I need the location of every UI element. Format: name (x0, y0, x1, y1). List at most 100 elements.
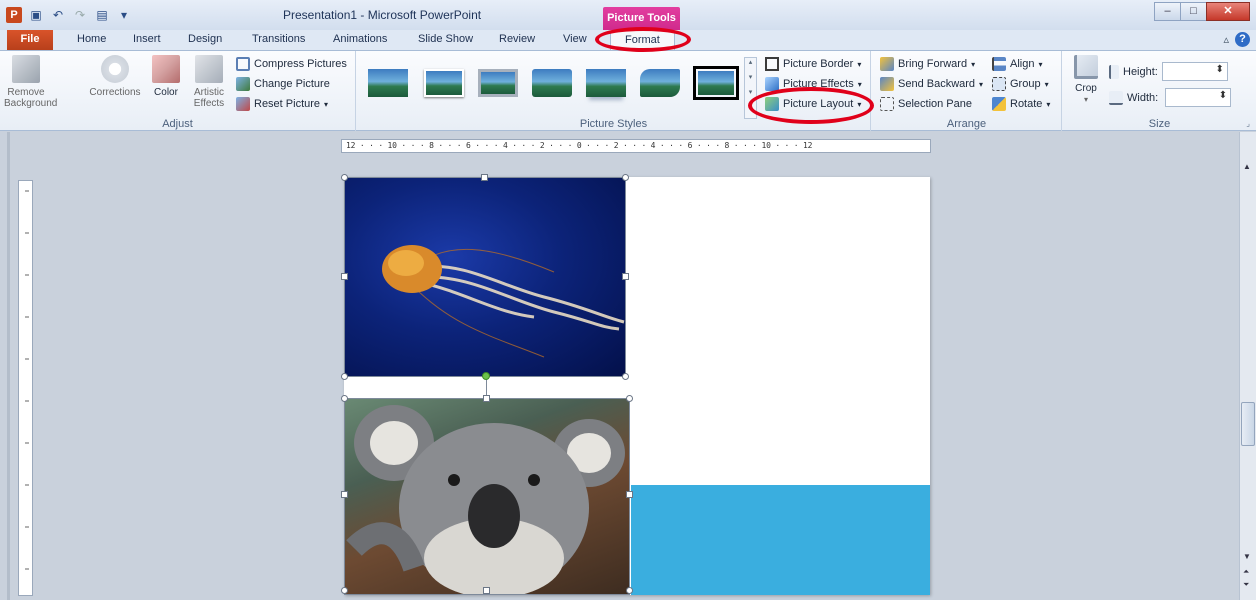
rotate-dropdown-icon[interactable]: ▾ (1046, 100, 1050, 109)
height-input[interactable]: ⬍ (1161, 62, 1228, 81)
reset-picture-button[interactable]: Reset Picture ▾ (236, 97, 328, 111)
tab-transitions[interactable]: Transitions (252, 33, 305, 45)
size-dialog-launcher-icon[interactable]: ⌟ (1246, 119, 1250, 128)
resize-handle[interactable] (341, 174, 348, 181)
change-picture-button[interactable]: Change Picture (236, 77, 330, 91)
picture-border-button[interactable]: Picture Border ▾ (765, 57, 861, 71)
tab-home[interactable]: Home (77, 33, 106, 45)
picture-style-thumb[interactable] (529, 66, 575, 100)
resize-handle[interactable] (483, 395, 490, 402)
previous-slide-icon[interactable]: ⏶ (1243, 567, 1249, 577)
rotate-icon (992, 97, 1006, 111)
pane-splitter[interactable] (7, 132, 10, 600)
resize-handle[interactable] (483, 587, 490, 594)
tab-review[interactable]: Review (499, 33, 535, 45)
redo-icon[interactable]: ↷ (72, 7, 88, 23)
annotation-circle-picture-layout (748, 87, 874, 124)
picture-style-thumb-selected[interactable] (693, 66, 739, 100)
resize-handle[interactable] (341, 373, 348, 380)
compress-pictures-button[interactable]: Compress Pictures (236, 57, 347, 71)
resize-handle[interactable] (626, 491, 633, 498)
resize-handle[interactable] (622, 273, 629, 280)
customize-icon[interactable]: ▾ (116, 7, 132, 23)
align-button[interactable]: Align ▾ (992, 57, 1042, 71)
help-icon[interactable]: ? (1235, 32, 1250, 47)
picture-effects-dropdown-icon[interactable]: ▾ (858, 80, 862, 89)
crop-icon (1074, 55, 1098, 79)
tab-slide-show[interactable]: Slide Show (418, 33, 473, 45)
resize-handle[interactable] (626, 587, 633, 594)
bring-forward-button[interactable]: Bring Forward ▾ (880, 57, 975, 71)
ribbon-right-controls: ▵ ? (1223, 32, 1250, 47)
corrections-icon (101, 55, 129, 83)
artistic-effects-label: Artistic Effects (193, 87, 225, 109)
align-dropdown-icon[interactable]: ▾ (1038, 60, 1042, 69)
color-label: Color (154, 87, 178, 98)
resize-handle[interactable] (341, 273, 348, 280)
close-button[interactable]: ✕ (1206, 2, 1250, 21)
resize-handle[interactable] (622, 174, 629, 181)
color-button[interactable]: Color (148, 55, 184, 98)
resize-handle[interactable] (341, 587, 348, 594)
bring-forward-dropdown-icon[interactable]: ▾ (971, 60, 975, 69)
picture-style-thumb[interactable] (475, 66, 521, 100)
artistic-effects-button[interactable]: Artistic Effects (188, 55, 230, 109)
selection-pane-button[interactable]: Selection Pane (880, 97, 972, 111)
width-label: Width: (1127, 91, 1159, 104)
scroll-up-icon[interactable]: ▲ (1243, 162, 1251, 171)
color-icon (152, 55, 180, 83)
powerpoint-app-icon[interactable]: P (6, 7, 22, 23)
picture-style-thumb[interactable] (365, 66, 411, 100)
change-picture-icon (236, 77, 250, 91)
resize-handle[interactable] (341, 395, 348, 402)
tab-design[interactable]: Design (188, 33, 222, 45)
layout-icon[interactable]: ▤ (94, 7, 110, 23)
scrollbar-thumb[interactable] (1241, 402, 1255, 446)
remove-background-button[interactable]: Remove Background (4, 55, 57, 109)
bring-forward-label: Bring Forward (898, 58, 968, 70)
picture-style-thumb[interactable] (421, 66, 467, 100)
resize-handle[interactable] (481, 174, 488, 181)
quick-access-toolbar: P ▣ ↶ ↷ ▤ ▾ (6, 7, 132, 23)
crop-dropdown-icon[interactable]: ▾ (1069, 94, 1103, 105)
tab-insert[interactable]: Insert (133, 33, 161, 45)
send-backward-button[interactable]: Send Backward ▾ (880, 77, 983, 91)
save-icon[interactable]: ▣ (28, 7, 44, 23)
tab-file[interactable]: File (7, 30, 53, 50)
resize-handle[interactable] (341, 491, 348, 498)
resize-handle[interactable] (626, 395, 633, 402)
minimize-ribbon-icon[interactable]: ▵ (1223, 33, 1229, 46)
align-label: Align (1010, 58, 1035, 70)
width-input[interactable]: ⬍ (1165, 88, 1232, 107)
corrections-button[interactable]: Corrections (86, 55, 144, 98)
crop-button[interactable]: Crop ▾ (1069, 55, 1103, 105)
arrange-group-label: Arrange (946, 118, 987, 130)
corrections-label: Corrections (89, 87, 141, 98)
maximize-button[interactable]: □ (1180, 2, 1207, 21)
rotate-button[interactable]: Rotate ▾ (992, 97, 1050, 111)
undo-icon[interactable]: ↶ (50, 7, 66, 23)
rotate-handle[interactable] (482, 372, 490, 380)
height-spinner-icon[interactable]: ⬍ (1215, 64, 1223, 75)
group-button[interactable]: Group ▾ (992, 77, 1049, 91)
blue-panel-shape[interactable] (631, 485, 930, 595)
group-dropdown-icon[interactable]: ▾ (1045, 80, 1049, 89)
scroll-down-icon[interactable]: ▼ (1243, 552, 1251, 561)
reset-picture-icon (236, 97, 250, 111)
height-label: Height: (1123, 65, 1158, 78)
tab-animations[interactable]: Animations (333, 33, 387, 45)
send-backward-label: Send Backward (898, 78, 976, 90)
vertical-ruler (18, 180, 33, 596)
send-backward-dropdown-icon[interactable]: ▾ (979, 80, 983, 89)
minimize-button[interactable]: – (1154, 2, 1181, 21)
resize-handle[interactable] (622, 373, 629, 380)
width-spinner-icon[interactable]: ⬍ (1219, 90, 1227, 101)
tab-view[interactable]: View (563, 33, 587, 45)
picture-border-dropdown-icon[interactable]: ▾ (857, 60, 861, 69)
picture-style-thumb[interactable] (583, 66, 629, 100)
next-slide-icon[interactable]: ⏷ (1243, 580, 1249, 590)
crop-label: Crop (1075, 83, 1097, 94)
reset-picture-dropdown-icon[interactable]: ▾ (324, 100, 328, 109)
picture-style-thumb[interactable] (637, 66, 683, 100)
vertical-scrollbar[interactable]: ▲ ▼ ⏶ ⏷ (1239, 132, 1256, 600)
